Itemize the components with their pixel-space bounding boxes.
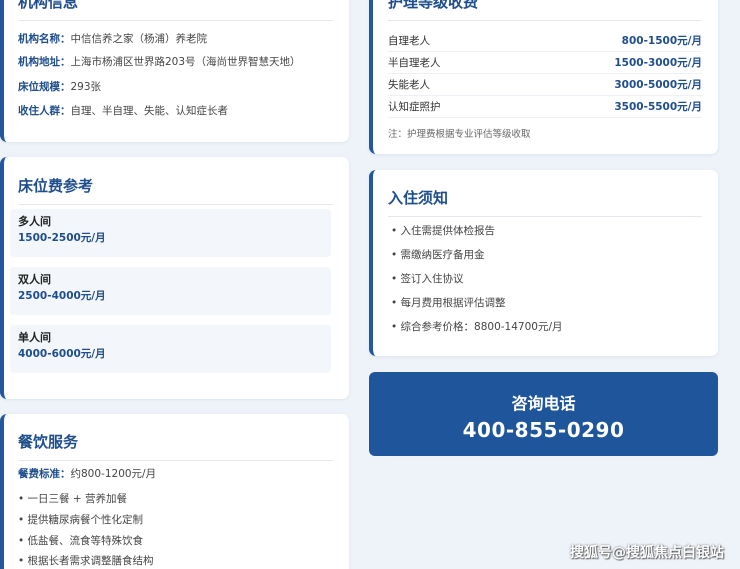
room-double: 双人间 2500-4000元/月 bbox=[10, 267, 331, 315]
fee-price: 1500-3000元/月 bbox=[614, 57, 702, 69]
admission-item: • 每月费用根据评估调整 bbox=[391, 297, 506, 309]
info-row-name: 机构名称：中信信养之家（杨浦）养老院 bbox=[18, 33, 208, 45]
info-key: 床位规模 bbox=[18, 81, 60, 93]
fee-level: 失能老人 bbox=[388, 79, 430, 91]
dining-title: 餐饮服务 bbox=[18, 431, 333, 461]
dining-fee: 餐费标准：约800-1200元/月 bbox=[18, 467, 156, 481]
bed-fee-card: 床位费参考 多人间 1500-2500元/月 双人间 2500-4000元/月 … bbox=[0, 157, 349, 399]
info-row-residents: 收住人群：自理、半自理、失能、认知症长者 bbox=[18, 105, 229, 117]
info-row-address: 机构地址：上海市杨浦区世界路203号（海尚世界智慧天地） bbox=[18, 56, 301, 68]
fee-price: 3000-5000元/月 bbox=[614, 79, 702, 91]
care-fee-table: 自理老人 800-1500元/月 半自理老人 1500-3000元/月 失能老人 30… bbox=[388, 30, 702, 118]
info-row-beds: 床位规模：293张 bbox=[18, 81, 102, 93]
institution-card: 机构信息 机构名称：中信信养之家（杨浦）养老院 机构地址：上海市杨浦区世界路20… bbox=[0, 0, 349, 142]
contact-label: 咨询电话 bbox=[511, 394, 576, 413]
fee-level: 自理老人 bbox=[388, 35, 430, 47]
admission-item: • 需缴纳医疗备用金 bbox=[391, 249, 485, 261]
admission-item: • 入住需提供体检报告 bbox=[391, 225, 496, 237]
room-price: 1500-2500元/月 bbox=[18, 232, 106, 244]
room-name: 多人间 bbox=[18, 215, 51, 228]
contact-panel: 咨询电话 400-855-0290 bbox=[369, 372, 718, 456]
fee-level: 认知症照护 bbox=[388, 101, 441, 113]
fee-row: 半自理老人 1500-3000元/月 bbox=[388, 52, 702, 74]
fee-row: 自理老人 800-1500元/月 bbox=[388, 30, 702, 52]
dining-item: • 低盐餐、流食等特殊饮食 bbox=[18, 535, 144, 547]
info-value: 上海市杨浦区世界路203号（海尚世界智慧天地） bbox=[70, 56, 301, 68]
admission-item: • 综合参考价格：8800-14700元/月 bbox=[391, 321, 563, 333]
room-price: 4000-6000元/月 bbox=[18, 348, 106, 360]
care-fee-note: 注：护理费根据专业评估等级收取 bbox=[388, 129, 531, 140]
bed-fee-title: 床位费参考 bbox=[18, 175, 333, 205]
dining-item: • 提供糖尿病餐个性化定制 bbox=[18, 514, 144, 526]
info-key: 收住人群 bbox=[18, 105, 60, 117]
watermark: 搜狐号@搜狐焦点白银站 bbox=[570, 545, 724, 561]
room-name: 双人间 bbox=[18, 273, 51, 286]
dining-item: • 一日三餐 + 营养加餐 bbox=[18, 493, 128, 505]
care-fee-title: 护理等级收费 bbox=[388, 0, 702, 21]
room-price: 2500-4000元/月 bbox=[18, 290, 106, 302]
admission-card: 入住须知 • 入住需提供体检报告 • 需缴纳医疗备用金 • 签订入住协议 • 每… bbox=[369, 170, 718, 356]
fee-price: 800-1500元/月 bbox=[621, 35, 702, 47]
fee-price: 3500-5500元/月 bbox=[614, 101, 702, 113]
dining-card: 餐饮服务 餐费标准：约800-1200元/月 • 一日三餐 + 营养加餐 • 提… bbox=[0, 414, 349, 569]
contact-phone[interactable]: 400-855-0290 bbox=[369, 418, 718, 442]
dining-item: • 根据长者需求调整膳食结构 bbox=[18, 555, 154, 567]
fee-level: 半自理老人 bbox=[388, 57, 441, 69]
room-name: 单人间 bbox=[18, 331, 51, 344]
info-value: 293张 bbox=[70, 81, 102, 93]
info-value: 中信信养之家（杨浦）养老院 bbox=[70, 33, 208, 45]
care-fee-card: 护理等级收费 自理老人 800-1500元/月 半自理老人 1500-3000元/月… bbox=[369, 0, 718, 154]
info-value: 自理、半自理、失能、认知症长者 bbox=[70, 105, 229, 117]
admission-item: • 签订入住协议 bbox=[391, 273, 464, 285]
dining-fee-key: 餐费标准： bbox=[18, 468, 71, 480]
info-key: 机构名称 bbox=[18, 33, 60, 45]
institution-title: 机构信息 bbox=[18, 0, 333, 21]
info-key: 机构地址 bbox=[18, 56, 60, 68]
fee-row: 失能老人 3000-5000元/月 bbox=[388, 74, 702, 96]
room-single: 单人间 4000-6000元/月 bbox=[10, 325, 331, 373]
room-multi: 多人间 1500-2500元/月 bbox=[10, 209, 331, 257]
fee-row: 认知症照护 3500-5500元/月 bbox=[388, 96, 702, 118]
admission-title: 入住须知 bbox=[388, 187, 702, 217]
dining-fee-value: 约800-1200元/月 bbox=[70, 468, 157, 480]
